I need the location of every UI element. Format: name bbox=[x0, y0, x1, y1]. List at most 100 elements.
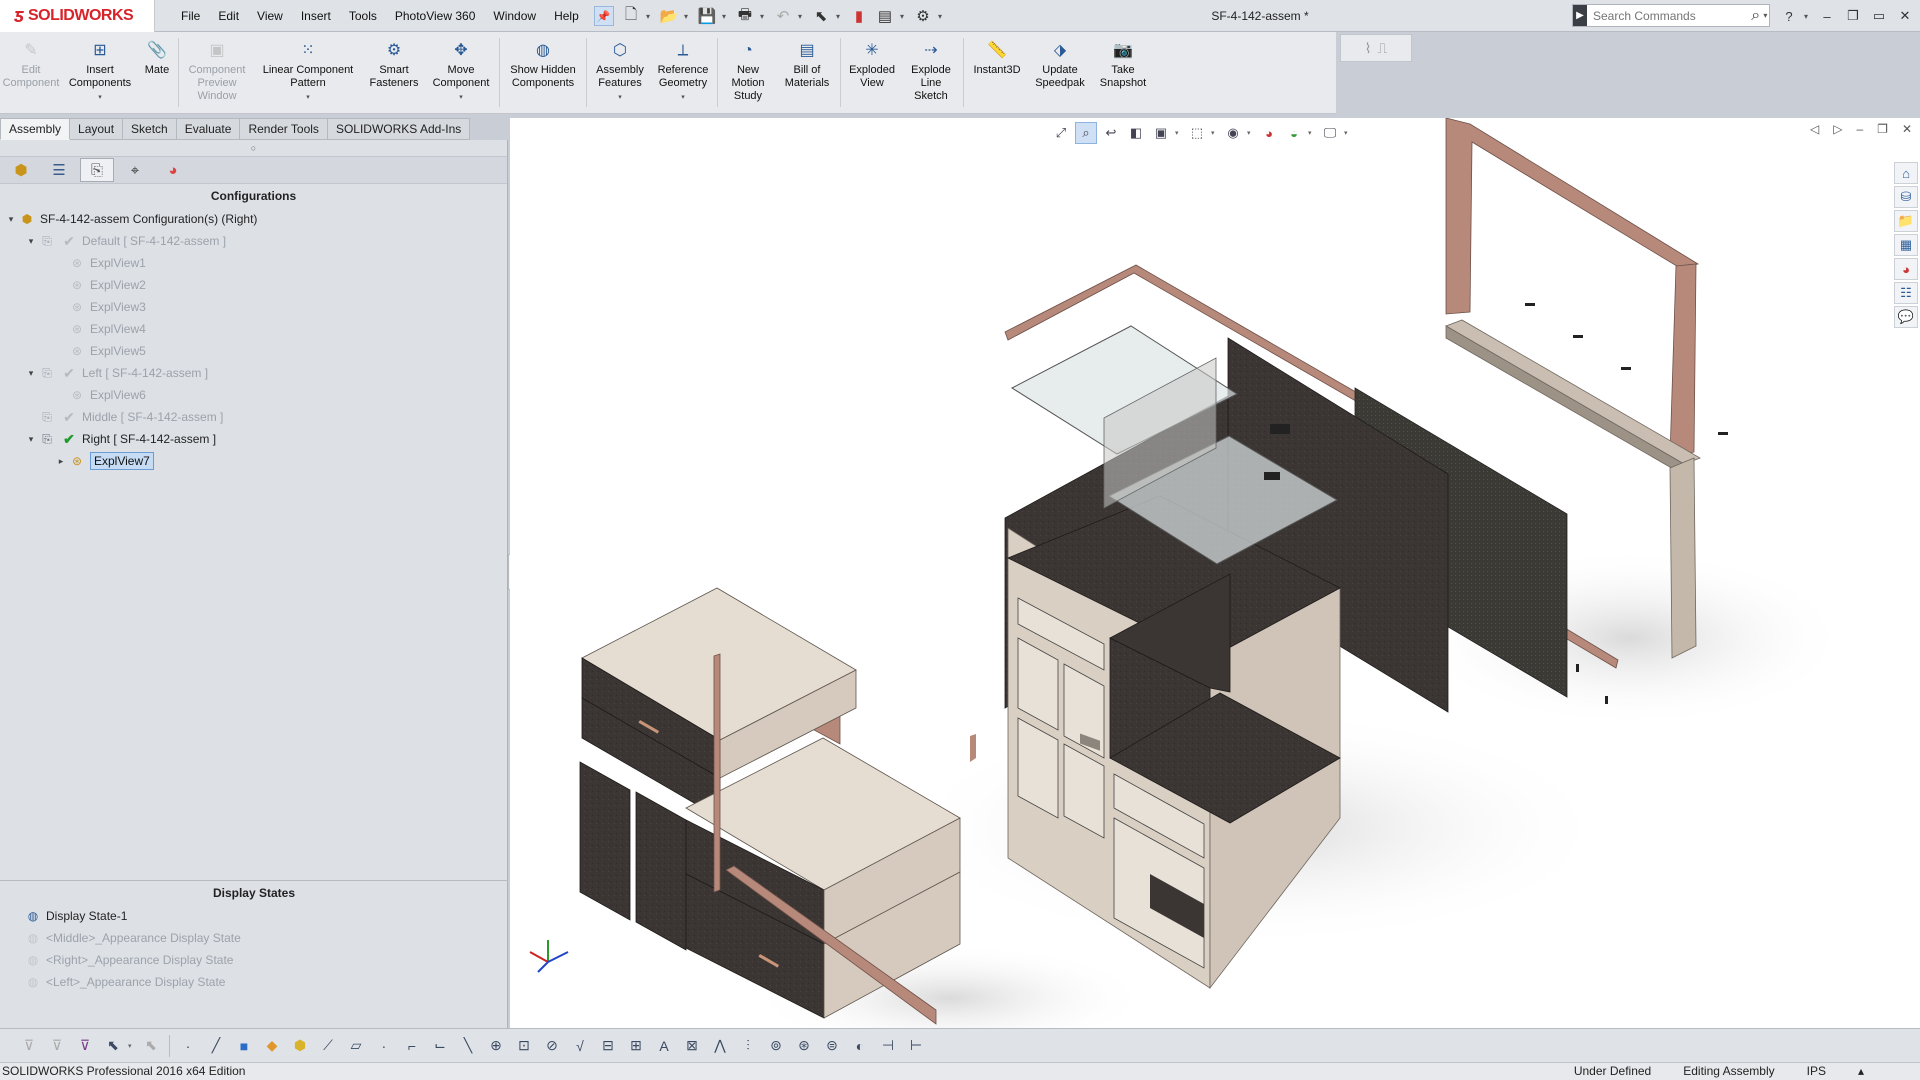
edit-appearance-icon[interactable]: ◕ bbox=[1258, 122, 1280, 144]
open-caret-icon[interactable]: ▾ bbox=[684, 12, 692, 21]
display-state-item[interactable]: ◍ <Middle>_Appearance Display State bbox=[0, 927, 508, 949]
tab-solidworks-add-ins[interactable]: SOLIDWORKS Add-Ins bbox=[327, 118, 471, 140]
print-caret-icon[interactable]: ▾ bbox=[760, 12, 768, 21]
viewport-back-icon[interactable]: ◁ bbox=[1810, 122, 1819, 136]
notes-filter-icon[interactable]: A bbox=[651, 1033, 677, 1059]
open-icon[interactable]: 📂 bbox=[658, 5, 680, 27]
edit-component-button[interactable]: ✎ Edit Component bbox=[0, 32, 62, 113]
select-other-icon[interactable]: ⬉ bbox=[138, 1033, 164, 1059]
cosmetic-weld-filter-icon[interactable]: ⊜ bbox=[819, 1033, 845, 1059]
options-gear-icon[interactable]: ⚙ bbox=[912, 5, 934, 27]
collapse-toggle-icon[interactable]: ▾ bbox=[24, 368, 38, 379]
speedpak-button[interactable]: ⬗ Update Speedpak bbox=[1028, 32, 1092, 113]
config-right[interactable]: ▾ ⎘ ✔ Right [ SF-4-142-assem ] bbox=[0, 428, 507, 450]
collapse-toggle-icon[interactable]: ▾ bbox=[24, 434, 38, 445]
forum-icon[interactable]: 💬 bbox=[1894, 306, 1918, 328]
options-caret-icon[interactable]: ▾ bbox=[938, 12, 946, 21]
config-default[interactable]: ▾ ⎘ ✔ Default [ SF-4-142-assem ] bbox=[0, 230, 507, 252]
side-post[interactable] bbox=[1669, 457, 1697, 659]
axis-filter-icon[interactable]: ⟋ bbox=[315, 1033, 341, 1059]
exploded-assembly-model[interactable] bbox=[510, 118, 1920, 1028]
save-caret-icon[interactable]: ▾ bbox=[722, 12, 730, 21]
feature-manager-icon[interactable]: ⬢ bbox=[4, 158, 38, 182]
search-icon[interactable]: ⌕ bbox=[1748, 7, 1763, 25]
dropdown-caret-icon[interactable]: ▾ bbox=[681, 91, 685, 104]
pin-menu-icon[interactable]: 📌 bbox=[593, 6, 614, 26]
display-state-item[interactable]: ◍ <Right>_Appearance Display State bbox=[0, 949, 508, 971]
menu-window[interactable]: Window bbox=[484, 9, 545, 23]
datum-feature-filter-icon[interactable]: ⊞ bbox=[623, 1033, 649, 1059]
hide-show-items-icon[interactable]: ◉ bbox=[1222, 122, 1244, 144]
help-caret-icon[interactable]: ▾ bbox=[1804, 12, 1812, 21]
cosmetic-thread-filter-icon[interactable]: ⫶ bbox=[735, 1033, 761, 1059]
exploded-view-button[interactable]: ✳ Exploded View bbox=[843, 32, 901, 113]
print-icon[interactable]: 🖶 bbox=[734, 5, 756, 27]
bom-button[interactable]: ▤ Bill of Materials bbox=[776, 32, 838, 113]
view-orientation-caret-icon[interactable]: ▾ bbox=[1175, 129, 1183, 137]
design-library-icon[interactable]: ⛁ bbox=[1894, 186, 1918, 208]
search-caret-icon[interactable]: ▾ bbox=[1763, 11, 1769, 20]
config-middle[interactable]: ⎘ ✔ Middle [ SF-4-142-assem ] bbox=[0, 406, 507, 428]
expand-toggle-icon[interactable]: ▸ bbox=[54, 456, 68, 467]
tab-sketch[interactable]: Sketch bbox=[123, 118, 177, 140]
menu-edit[interactable]: Edit bbox=[209, 9, 248, 23]
minimize-icon[interactable]: – bbox=[1816, 5, 1838, 27]
select-icon[interactable]: ⬉ bbox=[810, 5, 832, 27]
menu-view[interactable]: View bbox=[248, 9, 292, 23]
property-manager-icon[interactable]: ☰ bbox=[42, 158, 76, 182]
undo-caret-icon[interactable]: ▾ bbox=[798, 12, 806, 21]
restore-icon[interactable]: ❐ bbox=[1842, 5, 1864, 27]
dimxpert-manager-icon[interactable]: ⌖ bbox=[118, 158, 152, 182]
sketch-segment-filter-icon[interactable]: ⌐ bbox=[399, 1033, 425, 1059]
view-settings-icon[interactable]: 🖵 bbox=[1319, 122, 1341, 144]
display-manager-icon[interactable]: ◕ bbox=[156, 158, 190, 182]
shelf-rail[interactable] bbox=[1445, 319, 1701, 465]
scene-caret-icon[interactable]: ▾ bbox=[1308, 129, 1316, 137]
solidworks-logo[interactable]: ƽ SOLIDWORKS bbox=[0, 0, 155, 32]
select-caret-icon[interactable]: ▾ bbox=[836, 12, 844, 21]
face-filter-icon[interactable]: ■ bbox=[231, 1033, 257, 1059]
search-type-icon[interactable]: ▶ bbox=[1573, 5, 1587, 26]
geometric-tolerance-filter-icon[interactable]: ⊟ bbox=[595, 1033, 621, 1059]
solid-filter-icon[interactable]: ⬢ bbox=[287, 1033, 313, 1059]
config-root[interactable]: ▾ ⬢ SF-4-142-assem Configuration(s) (Right… bbox=[0, 208, 507, 230]
door-panel-left[interactable] bbox=[579, 761, 631, 921]
explode-line-button[interactable]: ⇢ Explode Line Sketch bbox=[901, 32, 961, 113]
collapse-toggle-icon[interactable]: ▾ bbox=[24, 236, 38, 247]
close-icon[interactable]: ✕ bbox=[1894, 5, 1916, 27]
save-icon[interactable]: 💾 bbox=[696, 5, 718, 27]
viewport-forward-icon[interactable]: ▷ bbox=[1833, 122, 1842, 136]
door-panel-right[interactable] bbox=[635, 791, 687, 951]
view-palette-icon[interactable]: ▦ bbox=[1894, 234, 1918, 256]
command-manager-flyout[interactable]: ⌇ ⎍ bbox=[1340, 34, 1412, 62]
center-mark-filter-icon[interactable]: ⊕ bbox=[483, 1033, 509, 1059]
tab-render-tools[interactable]: Render Tools bbox=[240, 118, 328, 140]
previous-view-icon[interactable]: ↩ bbox=[1100, 122, 1122, 144]
move-component-button[interactable]: ✥ Move Component ▾ bbox=[425, 32, 497, 113]
new-document-icon[interactable]: 🗋 bbox=[620, 5, 642, 27]
viewport-close-icon[interactable]: ✕ bbox=[1902, 122, 1912, 136]
zoom-to-fit-icon[interactable]: ⤢ bbox=[1050, 122, 1072, 144]
plane-filter-icon[interactable]: ▱ bbox=[343, 1033, 369, 1059]
sketch-line-filter-icon[interactable]: ╲ bbox=[455, 1033, 481, 1059]
help-icon[interactable]: ? bbox=[1778, 5, 1800, 27]
units-status[interactable]: IPS bbox=[1791, 1063, 1842, 1080]
dropdown-caret-icon[interactable]: ▾ bbox=[98, 91, 102, 104]
dropdown-caret-icon[interactable]: ▾ bbox=[306, 91, 310, 104]
new-caret-icon[interactable]: ▾ bbox=[646, 12, 654, 21]
tab-evaluate[interactable]: Evaluate bbox=[176, 118, 241, 140]
vertical-trim[interactable] bbox=[713, 653, 721, 893]
dropdown-caret-icon[interactable]: ▾ bbox=[459, 91, 463, 104]
snapshot-button[interactable]: 📷 Take Snapshot bbox=[1092, 32, 1154, 113]
surface-filter-icon[interactable]: ◆ bbox=[259, 1033, 285, 1059]
menu-tools[interactable]: Tools bbox=[340, 9, 386, 23]
search-commands-box[interactable]: ▶ ⌕ ▾ bbox=[1572, 4, 1770, 27]
search-input[interactable] bbox=[1587, 5, 1748, 26]
units-caret-icon[interactable]: ▴ bbox=[1842, 1063, 1880, 1080]
section-view-icon[interactable]: ◧ bbox=[1125, 122, 1147, 144]
undo-icon[interactable]: ↶ bbox=[772, 5, 794, 27]
select-arrow-icon[interactable]: ⬉ bbox=[100, 1033, 126, 1059]
point-filter-icon[interactable]: ∙ bbox=[371, 1033, 397, 1059]
file-properties-icon[interactable]: ▤ bbox=[874, 5, 896, 27]
dimension-filter-icon[interactable]: ⊡ bbox=[511, 1033, 537, 1059]
